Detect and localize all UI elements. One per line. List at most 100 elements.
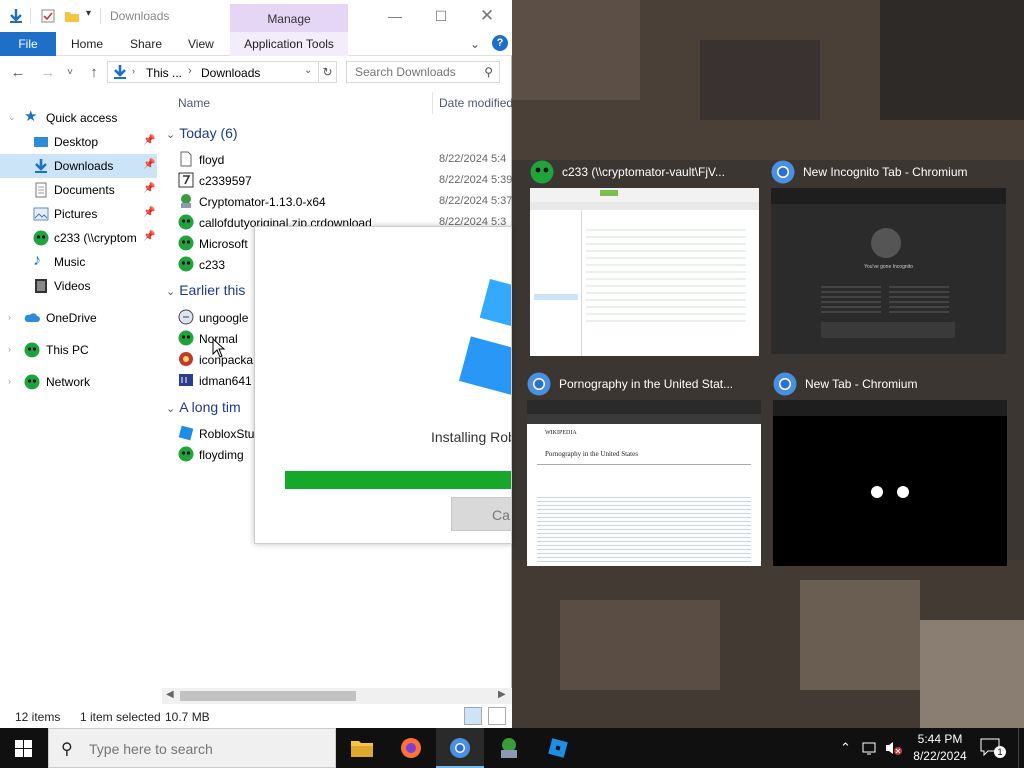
task-view-window-new-tab[interactable]: New Tab - Chromium (773, 372, 1009, 572)
horizontal-scrollbar[interactable]: ◀ ▶ (162, 688, 512, 704)
music-icon: ♪ (33, 252, 41, 269)
nav-label: Videos (54, 279, 91, 293)
manage-context-tab[interactable]: Manage (230, 4, 348, 32)
search-input[interactable] (355, 62, 483, 82)
qat-dropdown-icon[interactable]: ▾ (86, 8, 91, 19)
nav-item-desktop[interactable]: Desktop 📌 (0, 130, 157, 154)
taskbar-firefox[interactable] (387, 728, 435, 768)
search-box[interactable]: ⚲ (346, 61, 500, 83)
breadcrumb-downloads[interactable]: Downloads (201, 66, 260, 80)
file-name: Cryptomator-1.13.0-x64 (199, 195, 326, 209)
nav-item-pictures[interactable]: Pictures 📌 (0, 202, 157, 226)
file-name: RobloxStu (199, 427, 255, 441)
nav-this-pc[interactable]: › This PC (0, 338, 157, 362)
collapse-chevron-icon[interactable]: ⌄ (166, 129, 175, 141)
download-arrow-icon[interactable] (8, 8, 24, 24)
cancel-button[interactable]: Ca (451, 497, 511, 531)
group-header-today[interactable]: ⌄ Today (6) (166, 125, 238, 141)
notification-count-badge: 1 (994, 746, 1006, 758)
minimize-button[interactable]: — (372, 0, 418, 32)
network-status-icon[interactable] (862, 741, 880, 755)
maximize-button[interactable]: ☐ (418, 0, 464, 32)
taskbar-search-input[interactable] (89, 738, 319, 760)
properties-icon[interactable] (40, 8, 56, 24)
large-icons-view-button[interactable] (488, 707, 506, 725)
clock-date[interactable]: 8/22/2024 (908, 749, 972, 763)
recent-locations-button[interactable]: ˅ (60, 63, 80, 83)
new-folder-icon[interactable] (64, 8, 80, 24)
group-header-long-ago[interactable]: ⌄ A long tim (166, 399, 241, 415)
tab-file[interactable]: File (0, 32, 56, 56)
pin-icon: 📌 (143, 207, 156, 218)
refresh-button[interactable]: ↻ (319, 61, 337, 83)
taskbar-cryptomator[interactable] (485, 728, 533, 768)
breadcrumb-this-pc[interactable]: This ... (146, 66, 182, 80)
nav-item-c233[interactable]: c233 (\\cryptom 📌 (0, 226, 157, 250)
column-separator[interactable] (432, 92, 433, 114)
nav-item-documents[interactable]: Documents 📌 (0, 178, 157, 202)
nav-item-videos[interactable]: Videos (0, 274, 157, 298)
taskbar-roblox[interactable] (534, 728, 582, 768)
icon-pack-file-icon (179, 352, 193, 366)
details-view-button[interactable] (464, 707, 482, 725)
window-thumbnail (530, 188, 759, 356)
close-button[interactable]: ✕ (464, 0, 510, 32)
scroll-left-icon[interactable]: ◀ (166, 689, 174, 700)
downloads-folder-icon (114, 65, 126, 79)
archive-file-icon (178, 309, 194, 325)
expand-chevron-icon[interactable]: › (8, 376, 11, 386)
volume-muted-icon[interactable] (884, 740, 904, 756)
forward-button[interactable]: → (38, 63, 58, 83)
nav-onedrive[interactable]: › OneDrive (0, 306, 157, 330)
show-desktop-button[interactable] (1018, 728, 1024, 768)
task-view-window-wikipedia[interactable]: Pornography in the United Stat... WIKIPE… (527, 372, 763, 572)
install-progress-bar (285, 471, 511, 489)
scroll-right-icon[interactable]: ▶ (498, 689, 506, 700)
show-hidden-icons-icon[interactable]: ⌃ (840, 740, 851, 756)
column-header-date[interactable]: Date modified (439, 96, 512, 110)
up-button[interactable]: ↑ (84, 63, 104, 83)
collapse-chevron-icon[interactable]: ⌄ (166, 403, 175, 415)
group-header-earlier[interactable]: ⌄ Earlier this (166, 282, 245, 298)
scroll-thumb[interactable] (180, 691, 356, 701)
tab-application-tools[interactable]: Application Tools (230, 32, 348, 56)
file-icon (178, 256, 194, 272)
nav-label: Pictures (54, 207, 98, 221)
taskbar-file-explorer[interactable] (338, 728, 386, 768)
nav-network[interactable]: › Network (0, 370, 157, 394)
back-button[interactable]: ← (8, 63, 28, 83)
expand-ribbon-icon[interactable]: ⌄ (470, 37, 480, 51)
address-dropdown-icon[interactable]: ⌄ (304, 65, 312, 76)
tab-view[interactable]: View (188, 37, 214, 51)
nav-item-downloads[interactable]: Downloads 📌 (0, 154, 157, 178)
file-row[interactable]: c2339597 8/22/2024 5:39 (174, 170, 512, 191)
task-view-window-c233[interactable]: c233 (\\cryptomator-vault\FjV... (530, 160, 762, 360)
address-bar[interactable]: › This ... › Downloads ⌄ (107, 61, 319, 83)
notification-center-button[interactable]: 1 (980, 738, 1006, 760)
tab-share[interactable]: Share (130, 37, 162, 51)
breadcrumb-chevron-icon[interactable]: › (188, 65, 192, 77)
window-thumbnail: WIKIPEDIA Pornography in the United Stat… (527, 400, 761, 566)
clock-time[interactable]: 5:44 PM (912, 732, 968, 746)
task-view-window-incognito[interactable]: New Incognito Tab - Chromium You've gone… (771, 160, 1007, 360)
cryptomator-icon (501, 738, 517, 758)
taskbar-chromium[interactable] (436, 728, 484, 768)
expand-chevron-icon[interactable]: › (8, 312, 11, 322)
expand-chevron-icon[interactable]: › (8, 344, 11, 354)
collapse-chevron-icon[interactable]: ⌄ (166, 286, 175, 298)
breadcrumb-chevron-icon[interactable]: › (132, 66, 135, 76)
tab-home[interactable]: Home (71, 37, 103, 51)
chromium-icon (450, 738, 470, 758)
file-row[interactable]: floyd 8/22/2024 5:4 (174, 149, 506, 170)
column-header-name[interactable]: Name (178, 96, 210, 110)
nav-quick-access[interactable]: ⌄ ★ Quick access (0, 106, 157, 130)
file-name: floyd (199, 153, 225, 167)
file-name: idman641 (199, 374, 252, 388)
file-row[interactable]: Cryptomator-1.13.0-x64 8/22/2024 5:37 (174, 191, 512, 212)
nav-item-music[interactable]: ♪ Music (0, 250, 157, 274)
file-date: 8/22/2024 5:37 (439, 195, 512, 207)
taskbar-search-box[interactable]: ⚲ (48, 728, 336, 768)
expand-chevron-icon[interactable]: ⌄ (8, 112, 16, 123)
help-icon[interactable]: ? (492, 35, 508, 51)
start-button[interactable] (0, 728, 48, 768)
